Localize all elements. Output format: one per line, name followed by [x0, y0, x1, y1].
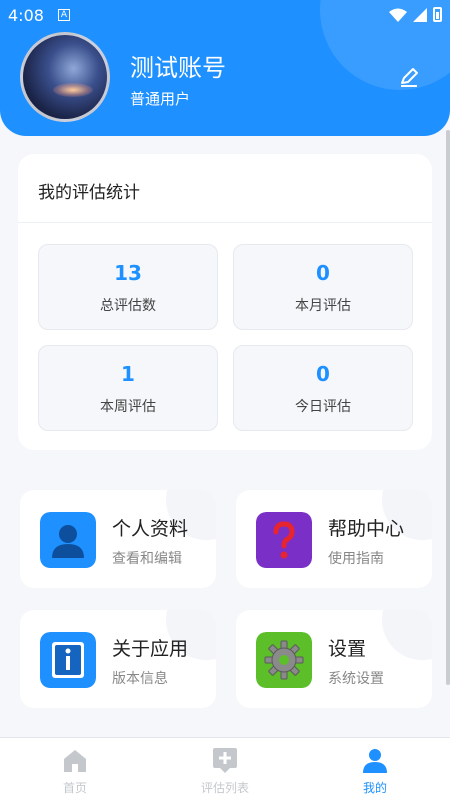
add-list-icon — [213, 748, 237, 773]
menu-title: 设置 — [328, 638, 367, 660]
scrollbar[interactable] — [446, 130, 450, 685]
stat-value: 13 — [114, 261, 142, 285]
status-bar: 4:08 A — [0, 0, 450, 30]
menu-about[interactable]: 关于应用 版本信息 — [20, 610, 216, 708]
menu-title: 个人资料 — [112, 518, 189, 540]
stats-card: 我的评估统计 13 总评估数 0 本月评估 1 本周评估 0 今日评估 — [18, 154, 432, 450]
profile-header: 4:08 A 测试账号 普通用户 — [0, 0, 450, 136]
edit-icon[interactable] — [396, 64, 422, 90]
signal-icon — [413, 7, 427, 22]
info-icon — [40, 632, 96, 688]
question-icon — [256, 512, 312, 568]
stat-total[interactable]: 13 总评估数 — [38, 244, 218, 330]
menu-subtitle: 版本信息 — [112, 671, 168, 687]
stat-label: 本月评估 — [295, 298, 351, 314]
battery-icon — [433, 7, 442, 22]
menu-subtitle: 系统设置 — [328, 671, 384, 687]
stat-today[interactable]: 0 今日评估 — [233, 345, 413, 431]
stat-label: 今日评估 — [295, 399, 351, 415]
menu-subtitle: 查看和编辑 — [112, 551, 182, 567]
status-time: 4:08 — [8, 6, 44, 25]
avatar[interactable] — [20, 32, 110, 122]
a-icon: A — [58, 9, 70, 21]
profile-role: 普通用户 — [130, 90, 191, 108]
stats-divider — [18, 222, 432, 223]
stat-label: 总评估数 — [100, 298, 156, 314]
wifi-icon — [389, 8, 407, 22]
menu-subtitle: 使用指南 — [328, 551, 384, 567]
gear-icon — [256, 632, 312, 688]
stat-week[interactable]: 1 本周评估 — [38, 345, 218, 431]
profile-name: 测试账号 — [130, 54, 226, 82]
stat-label: 本周评估 — [100, 399, 156, 415]
menu-settings[interactable]: 设置 系统设置 — [236, 610, 432, 708]
card-decoration — [382, 610, 432, 660]
tab-assessment-list[interactable]: 评估列表 — [150, 738, 300, 800]
stats-title: 我的评估统计 — [38, 183, 140, 203]
tab-home[interactable]: 首页 — [0, 738, 150, 800]
menu-help[interactable]: 帮助中心 使用指南 — [236, 490, 432, 588]
tab-label: 首页 — [62, 781, 87, 795]
stat-value: 0 — [316, 362, 330, 386]
user-icon — [363, 749, 387, 773]
tab-bar: 首页 评估列表 我的 — [0, 737, 450, 800]
avatar-glow — [53, 83, 93, 97]
home-icon — [64, 750, 86, 772]
tab-mine[interactable]: 我的 — [300, 738, 450, 800]
tab-label: 评估列表 — [200, 781, 249, 795]
menu-title: 关于应用 — [112, 638, 189, 660]
system-icons — [389, 7, 442, 22]
menu-profile[interactable]: 个人资料 查看和编辑 — [20, 490, 216, 588]
menu-title: 帮助中心 — [328, 518, 405, 540]
stat-value: 1 — [121, 362, 135, 386]
stat-month[interactable]: 0 本月评估 — [233, 244, 413, 330]
tab-label: 我的 — [362, 781, 387, 795]
stat-value: 0 — [316, 261, 330, 285]
person-icon — [40, 512, 96, 568]
